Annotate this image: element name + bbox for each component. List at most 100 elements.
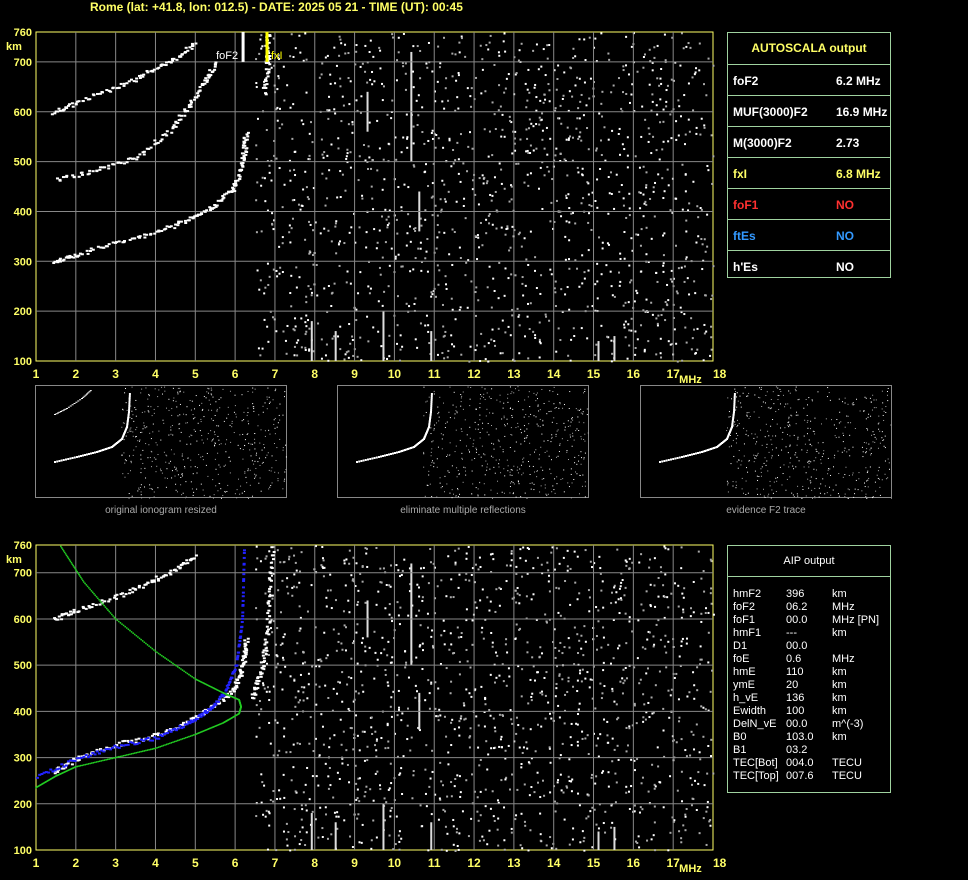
noise-dot: [297, 690, 300, 693]
thumb-noise: [760, 429, 762, 431]
noise-dot: [339, 348, 342, 351]
noise-dot: [605, 264, 608, 267]
noise-dot: [568, 758, 571, 761]
noise-dot: [296, 642, 299, 645]
thumb-noise: [571, 445, 573, 447]
thumb-noise: [254, 388, 256, 390]
thumb-noise: [818, 452, 820, 454]
thumb-noise: [451, 497, 453, 499]
series-point: [76, 100, 80, 103]
noise-dot: [366, 81, 369, 84]
thumb-noise: [254, 477, 256, 479]
thumb-noise: [510, 407, 512, 409]
noise-dot: [275, 269, 278, 272]
thumb-noise: [569, 436, 571, 438]
noise-dot: [471, 619, 474, 622]
thumb-noise: [523, 425, 525, 427]
noise-dot: [490, 631, 493, 634]
noise-dot: [298, 605, 301, 608]
noise-dot: [482, 637, 485, 640]
thumb-noise: [866, 448, 868, 450]
noise-dot: [568, 258, 571, 261]
noise-dot: [266, 848, 269, 851]
noise-dot: [594, 354, 597, 357]
noise-dot: [291, 137, 294, 140]
noise-dot: [702, 570, 705, 573]
thumb-noise: [465, 445, 467, 447]
noise-dot: [328, 95, 331, 98]
noise-dot: [481, 626, 484, 629]
thumb-noise: [867, 479, 869, 481]
thumb-noise: [762, 401, 764, 403]
noise-dot: [693, 280, 696, 283]
thumb-trace: [674, 457, 677, 460]
series-point: [119, 82, 123, 85]
thumb-noise: [147, 405, 149, 407]
noise-dot: [598, 112, 601, 115]
noise-dot: [655, 271, 658, 274]
noise-dot: [276, 798, 279, 801]
thumb-noise: [756, 436, 758, 438]
thumb-noise: [425, 411, 427, 413]
noise-dot: [484, 358, 487, 361]
noise-dot: [386, 681, 389, 684]
thumb-noise: [166, 455, 168, 457]
x-tick-label: 2: [72, 367, 79, 381]
noise-dot: [330, 304, 333, 307]
noise-dot: [306, 196, 309, 199]
noise-dot: [444, 200, 447, 203]
noise-dot: [480, 631, 483, 634]
thumb-noise: [866, 472, 868, 474]
noise-dot: [417, 586, 420, 589]
thumb-trace: [360, 460, 363, 462]
thumb-noise: [498, 466, 500, 468]
thumb-noise: [846, 415, 848, 417]
noise-dot: [434, 204, 437, 207]
thumb-noise: [210, 430, 212, 432]
noise-dot: [645, 226, 648, 229]
thumb-noise: [279, 438, 281, 440]
noise-dot: [466, 660, 469, 663]
noise-dot: [518, 324, 521, 327]
noise-dot: [443, 629, 446, 632]
series-point: [103, 166, 107, 169]
thumb-noise: [789, 425, 791, 427]
noise-dot: [444, 330, 447, 333]
noise-dot: [381, 99, 384, 102]
thumb-noise: [572, 419, 574, 421]
thumb-noise: [191, 400, 193, 402]
series-point: [264, 78, 268, 81]
noise-dot: [665, 666, 668, 669]
thumb-noise: [867, 429, 869, 431]
thumb-noise: [551, 434, 553, 436]
noise-dot: [568, 239, 571, 242]
thumb-noise: [770, 407, 772, 409]
noise-dot: [359, 271, 362, 274]
noise-dot: [626, 166, 629, 169]
thumb-noise: [442, 434, 444, 436]
thumb-noise: [147, 398, 149, 400]
series-point: [165, 130, 169, 133]
noise-dot: [499, 105, 502, 108]
noise-dot: [397, 834, 400, 837]
noise-dot: [648, 83, 651, 86]
series-point: [245, 151, 249, 154]
thumb-noise: [136, 426, 138, 428]
noise-dot: [255, 735, 258, 738]
series-point: [153, 232, 157, 235]
noise-dot: [340, 642, 343, 645]
noise-dot: [292, 55, 295, 58]
noise-dot: [325, 596, 328, 599]
noise-dot: [678, 655, 681, 658]
noise-dot: [444, 810, 447, 813]
noise-dot: [349, 282, 352, 285]
noise-dot: [706, 245, 709, 248]
thumb-trace: [356, 461, 358, 463]
noise-dot: [535, 43, 538, 46]
noise-dot: [642, 720, 645, 723]
noise-dot: [641, 808, 644, 811]
noise-dot: [576, 679, 579, 682]
thumb-trace: [128, 401, 131, 403]
noise-dot: [413, 227, 416, 230]
series-point: [81, 99, 85, 102]
